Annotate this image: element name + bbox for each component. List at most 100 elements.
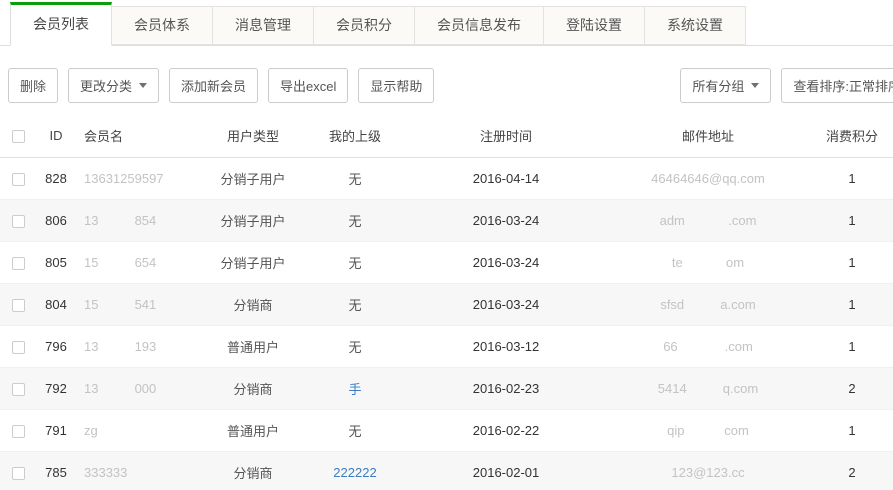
change-category-button[interactable]: 更改分类 <box>68 68 159 103</box>
register-date: 2016-02-01 <box>407 451 605 490</box>
row-checkbox[interactable] <box>12 173 25 186</box>
row-checkbox[interactable] <box>12 383 25 396</box>
register-date: 2016-04-14 <box>407 157 605 199</box>
all-groups-button[interactable]: 所有分组 <box>680 68 771 103</box>
member-id: 804 <box>36 283 76 325</box>
member-type: 分销商 <box>203 451 303 490</box>
export-excel-button[interactable]: 导出excel <box>268 68 348 103</box>
member-email: qip com <box>605 409 811 451</box>
parent-link[interactable]: 222222 <box>333 465 376 480</box>
tab-member-points[interactable]: 会员积分 <box>313 6 415 45</box>
register-date: 2016-03-24 <box>407 283 605 325</box>
delete-button[interactable]: 删除 <box>8 68 58 103</box>
parent-link[interactable]: 手 <box>348 382 361 397</box>
table-row: 806 13 854 分销子用户 无 2016-03-24 adm .com 1 <box>0 199 893 241</box>
register-date: 2016-03-12 <box>407 325 605 367</box>
table-row: 805 15 654 分销子用户 无 2016-03-24 te om 1 <box>0 241 893 283</box>
member-name: zg <box>76 409 203 451</box>
member-id: 792 <box>36 367 76 409</box>
consume-points: 1 <box>811 283 893 325</box>
member-name: 15 654 <box>76 241 203 283</box>
tab-member-info-publish[interactable]: 会员信息发布 <box>414 6 544 45</box>
header-parent: 我的上级 <box>303 115 407 157</box>
member-id: 805 <box>36 241 76 283</box>
add-member-button[interactable]: 添加新会员 <box>169 68 258 103</box>
member-type: 分销子用户 <box>203 199 303 241</box>
member-table-body: 828 13631259597 分销子用户 无 2016-04-14 46464… <box>0 157 893 490</box>
table-row: 828 13631259597 分销子用户 无 2016-04-14 46464… <box>0 157 893 199</box>
consume-points: 1 <box>811 157 893 199</box>
member-name: 333333 <box>76 451 203 490</box>
consume-points: 1 <box>811 325 893 367</box>
member-email: 5414 q.com <box>605 367 811 409</box>
table-row: 791 zg 普通用户 无 2016-02-22 qip com 1 <box>0 409 893 451</box>
tab-member-list[interactable]: 会员列表 <box>10 2 112 46</box>
member-email: sfsd a.com <box>605 283 811 325</box>
toolbar: 删除 更改分类 添加新会员 导出excel 显示帮助 所有分组 查看排序:正常排… <box>0 46 893 115</box>
member-parent: 无 <box>303 241 407 283</box>
consume-points: 1 <box>811 199 893 241</box>
tab-message-management[interactable]: 消息管理 <box>212 6 314 45</box>
member-id: 785 <box>36 451 76 490</box>
member-email: 123@123.cc <box>605 451 811 490</box>
member-name: 15 541 <box>76 283 203 325</box>
member-parent: 无 <box>303 409 407 451</box>
member-email: 66 .com <box>605 325 811 367</box>
toolbar-right-group: 所有分组 查看排序:正常排序 <box>680 68 893 103</box>
member-parent: 手 <box>303 367 407 409</box>
row-checkbox[interactable] <box>12 257 25 270</box>
header-id: ID <box>36 115 76 157</box>
row-checkbox[interactable] <box>12 215 25 228</box>
tab-login-settings[interactable]: 登陆设置 <box>543 6 645 45</box>
member-type: 分销商 <box>203 367 303 409</box>
member-type: 分销子用户 <box>203 241 303 283</box>
header-date: 注册时间 <box>407 115 605 157</box>
member-type: 普通用户 <box>203 325 303 367</box>
member-parent: 无 <box>303 157 407 199</box>
register-date: 2016-02-23 <box>407 367 605 409</box>
register-date: 2016-03-24 <box>407 241 605 283</box>
member-name: 13 193 <box>76 325 203 367</box>
row-checkbox[interactable] <box>12 299 25 312</box>
member-parent: 222222 <box>303 451 407 490</box>
select-all-checkbox[interactable] <box>12 130 25 143</box>
caret-down-icon <box>751 83 759 88</box>
table-header-row: ID 会员名 用户类型 我的上级 注册时间 邮件地址 消费积分 <box>0 115 893 157</box>
member-type: 分销子用户 <box>203 157 303 199</box>
show-help-button[interactable]: 显示帮助 <box>358 68 434 103</box>
tab-bar: 会员列表 会员体系 消息管理 会员积分 会员信息发布 登陆设置 系统设置 <box>0 0 893 46</box>
consume-points: 1 <box>811 409 893 451</box>
member-name: 13 000 <box>76 367 203 409</box>
tab-member-system[interactable]: 会员体系 <box>111 6 213 45</box>
consume-points: 2 <box>811 451 893 490</box>
member-id: 791 <box>36 409 76 451</box>
member-type: 分销商 <box>203 283 303 325</box>
row-checkbox[interactable] <box>12 341 25 354</box>
change-category-label: 更改分类 <box>80 76 132 95</box>
table-row: 804 15 541 分销商 无 2016-03-24 sfsd a.com 1 <box>0 283 893 325</box>
member-parent: 无 <box>303 283 407 325</box>
member-email: 46464646@qq.com <box>605 157 811 199</box>
member-email: adm .com <box>605 199 811 241</box>
tab-system-settings[interactable]: 系统设置 <box>644 6 746 45</box>
member-email: te om <box>605 241 811 283</box>
member-id: 828 <box>36 157 76 199</box>
caret-down-icon <box>139 83 147 88</box>
member-type: 普通用户 <box>203 409 303 451</box>
sort-order-button[interactable]: 查看排序:正常排序 <box>781 68 893 103</box>
member-id: 796 <box>36 325 76 367</box>
member-parent: 无 <box>303 325 407 367</box>
table-row: 796 13 193 普通用户 无 2016-03-12 66 .com 1 <box>0 325 893 367</box>
member-name: 13631259597 <box>76 157 203 199</box>
consume-points: 1 <box>811 241 893 283</box>
row-checkbox[interactable] <box>12 425 25 438</box>
member-table: ID 会员名 用户类型 我的上级 注册时间 邮件地址 消费积分 828 1363… <box>0 115 893 490</box>
consume-points: 2 <box>811 367 893 409</box>
row-checkbox[interactable] <box>12 467 25 480</box>
table-row: 785 333333 分销商 222222 2016-02-01 123@123… <box>0 451 893 490</box>
member-parent: 无 <box>303 199 407 241</box>
header-points: 消费积分 <box>811 115 893 157</box>
member-id: 806 <box>36 199 76 241</box>
member-name: 13 854 <box>76 199 203 241</box>
header-name: 会员名 <box>76 115 203 157</box>
